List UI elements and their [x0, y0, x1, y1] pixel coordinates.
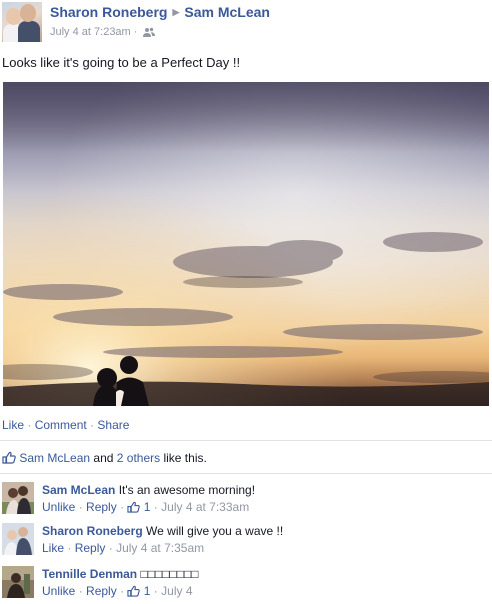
comment-item: Sharon Roneberg We will give you a wave …: [2, 523, 490, 559]
likes-suffix: like this.: [163, 451, 207, 465]
commenter-avatar[interactable]: [2, 566, 34, 598]
post-status-text: Looks like it's going to be a Perfect Da…: [2, 55, 241, 70]
like-link[interactable]: Like: [2, 418, 24, 432]
action-separator: ·: [90, 418, 95, 432]
action-separator: ·: [27, 418, 32, 432]
arrow-right-icon: ▶: [172, 7, 180, 17]
comment-item: Tennille Denman □□□□□□□□ Unlike · Reply …: [2, 566, 490, 602]
commenter-avatar[interactable]: [2, 482, 34, 514]
comment-meta: Unlike · Reply · 1 · July 4: [42, 584, 193, 600]
author-avatar[interactable]: [2, 2, 42, 42]
post-header: Sharon Roneberg ▶ Sam McLean July 4 at 7:2…: [2, 2, 490, 46]
meta-separator: ·: [120, 584, 125, 598]
target-link[interactable]: Sam McLean: [184, 4, 270, 20]
author-link[interactable]: Sharon Roneberg: [50, 4, 167, 20]
comment-text: □□□□□□□□: [140, 567, 199, 581]
likes-summary: Sam McLean and 2 others like this.: [2, 451, 207, 467]
comment-text: It's an awesome morning!: [118, 483, 256, 497]
comment-timestamp[interactable]: July 4 at 7:33am: [161, 500, 249, 514]
reply-link[interactable]: Reply: [75, 541, 106, 555]
comment-timestamp[interactable]: July 4: [161, 584, 192, 598]
like-link[interactable]: Like: [42, 541, 64, 555]
thumbs-up-icon: [2, 451, 16, 467]
comment-likes[interactable]: 1: [127, 500, 150, 514]
friends-icon[interactable]: [142, 27, 155, 40]
meta-separator: ·: [133, 26, 138, 38]
meta-separator: ·: [78, 500, 83, 514]
post-photo[interactable]: [3, 82, 489, 406]
meta-separator: ·: [153, 500, 158, 514]
liker-link[interactable]: Sam McLean: [19, 451, 90, 465]
comment-likes[interactable]: 1: [127, 584, 150, 598]
thumbs-up-icon: [127, 585, 141, 600]
share-link[interactable]: Share: [97, 418, 129, 432]
post-meta: July 4 at 7:23am ·: [50, 26, 155, 40]
post-title: Sharon Roneberg ▶ Sam McLean: [50, 4, 270, 20]
likes-others-link[interactable]: 2 others: [117, 451, 160, 465]
comment-timestamp[interactable]: July 4 at 7:35am: [116, 541, 204, 555]
divider: [0, 473, 492, 474]
meta-separator: ·: [67, 541, 72, 555]
meta-separator: ·: [108, 541, 113, 555]
reply-link[interactable]: Reply: [86, 500, 117, 514]
comment-meta: Like · Reply · July 4 at 7:35am: [42, 541, 204, 555]
comment-meta: Unlike · Reply · 1 · July 4 at 7:33am: [42, 500, 249, 516]
comment-like-count: 1: [143, 584, 151, 598]
comment-item: Sam McLean It's an awesome morning! Unli…: [2, 482, 490, 518]
divider: [0, 440, 492, 441]
commenter-name[interactable]: Sharon Roneberg: [42, 524, 143, 538]
reply-link[interactable]: Reply: [86, 584, 117, 598]
thumbs-up-icon: [127, 501, 141, 516]
meta-separator: ·: [78, 584, 83, 598]
meta-separator: ·: [120, 500, 125, 514]
unlike-link[interactable]: Unlike: [42, 500, 75, 514]
unlike-link[interactable]: Unlike: [42, 584, 75, 598]
commenter-name[interactable]: Sam McLean: [42, 483, 115, 497]
comment-link[interactable]: Comment: [35, 418, 87, 432]
comment-like-count: 1: [143, 500, 151, 514]
comment-text: We will give you a wave !!: [146, 524, 284, 538]
commenter-avatar[interactable]: [2, 523, 34, 555]
commenter-name[interactable]: Tennille Denman: [42, 567, 137, 581]
meta-separator: ·: [153, 584, 158, 598]
post-timestamp[interactable]: July 4 at 7:23am: [50, 26, 131, 38]
likes-and: and: [93, 451, 114, 465]
post-actions: Like · Comment · Share: [2, 418, 129, 432]
